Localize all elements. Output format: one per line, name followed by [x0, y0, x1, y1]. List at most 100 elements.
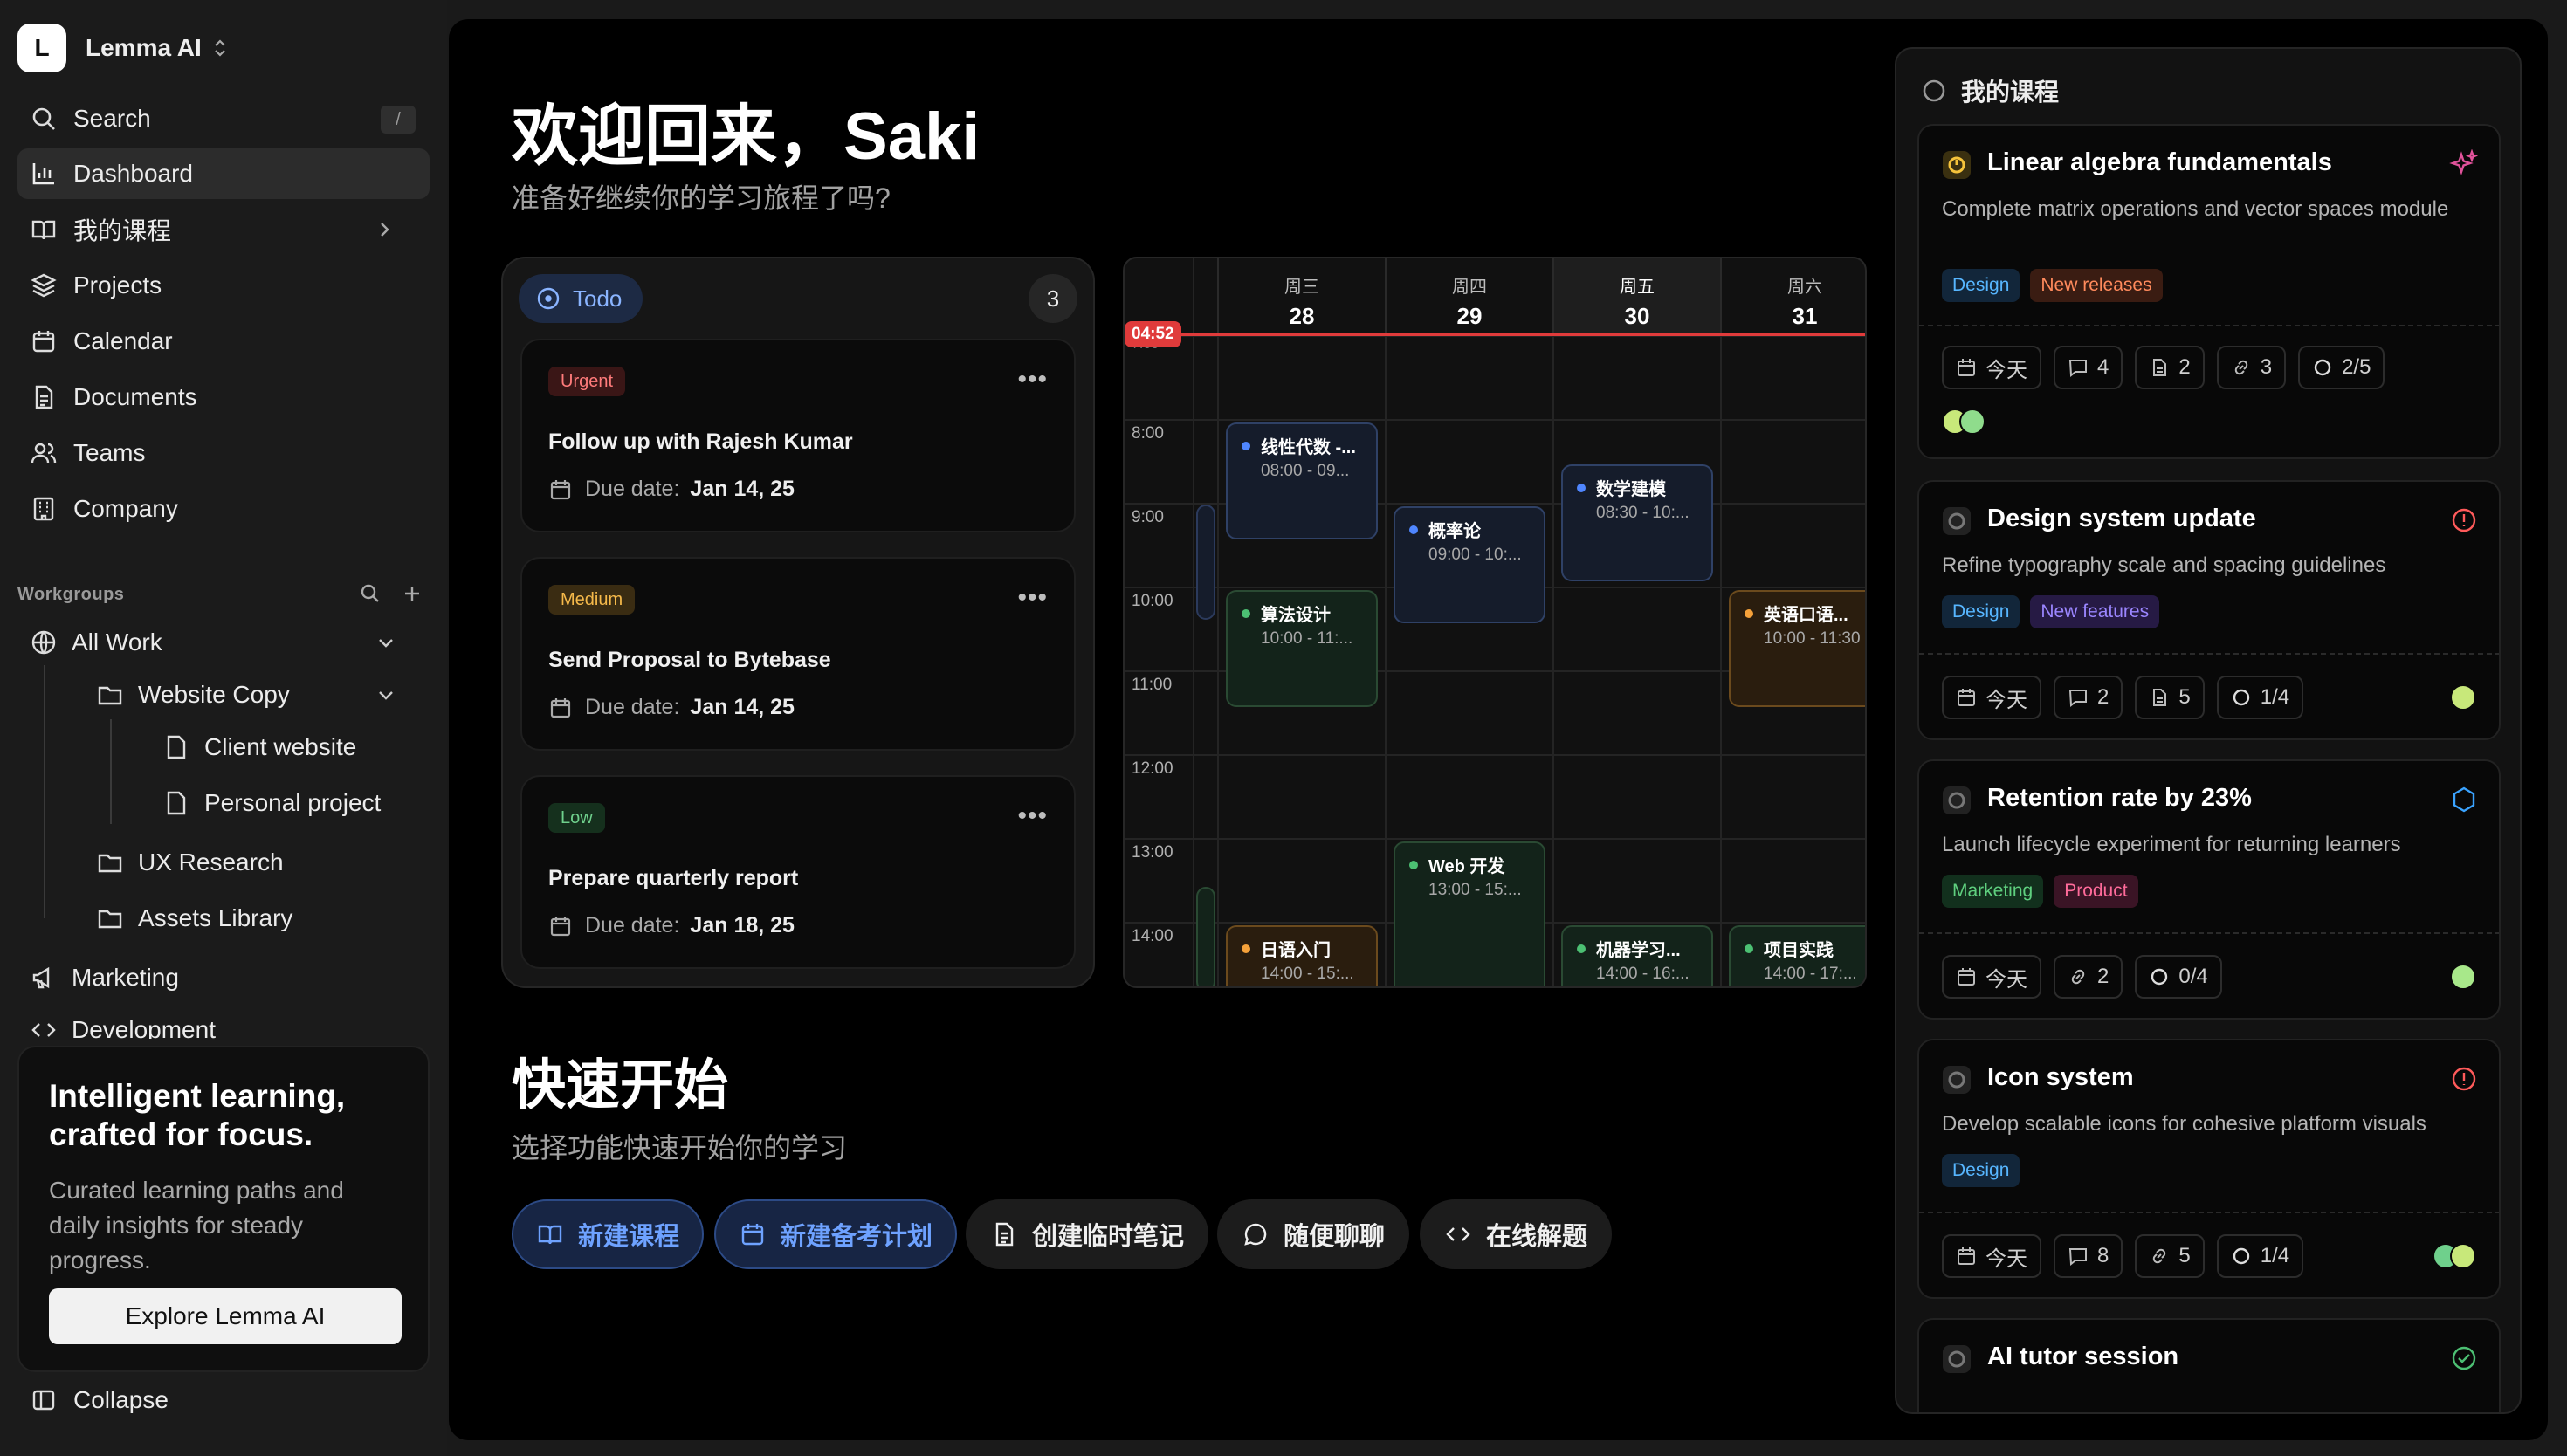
links-chip: 2 — [2054, 955, 2123, 999]
tree-client-website[interactable]: Client website — [162, 723, 356, 772]
progress-chip: 1/4 — [2216, 676, 2304, 719]
course-card[interactable]: AI tutor session — [1917, 1318, 2501, 1412]
todo-tab[interactable]: Todo — [519, 274, 643, 323]
document-icon — [30, 383, 58, 411]
nav-documents[interactable]: Documents — [17, 372, 430, 422]
tree-marketing[interactable]: Marketing — [30, 953, 179, 1002]
nav-teams[interactable]: Teams — [17, 428, 430, 478]
day-header[interactable]: 周四 29 — [1385, 258, 1552, 335]
tree-personal-project[interactable]: Personal project — [162, 779, 381, 828]
course-card[interactable]: Icon system Develop scalable icons for c… — [1917, 1039, 2501, 1299]
day-header[interactable]: 周六 31 — [1720, 258, 1865, 335]
day-name: 周五 — [1620, 278, 1655, 297]
circle-dot-icon — [536, 286, 561, 311]
button-label: 新建课程 — [578, 1223, 680, 1251]
my-courses-panel: 我的课程 Linear algebra fundamentals Complet… — [1895, 47, 2522, 1414]
calendar-event[interactable]: 数学建模 08:30 - 10:... — [1561, 464, 1713, 581]
tree-all-work[interactable]: All Work — [30, 618, 430, 667]
new-study-plan-button[interactable]: 新建备考计划 — [714, 1199, 958, 1269]
add-workgroup-icon[interactable] — [398, 580, 426, 608]
chip-value: 2 — [2097, 685, 2109, 709]
day-header[interactable]: 周三 28 — [1217, 258, 1385, 335]
search-button[interactable]: Search / — [17, 93, 430, 144]
course-card[interactable]: Linear algebra fundamentals Complete mat… — [1917, 124, 2501, 459]
more-options-icon[interactable]: ••• — [1017, 583, 1048, 613]
calendar-event[interactable]: 日语入门 14:00 - 15:... — [1226, 925, 1378, 986]
link-icon — [2149, 1246, 2170, 1267]
calendar-event[interactable]: 线性代数 -... 08:00 - 09... — [1226, 422, 1378, 539]
nav-dashboard[interactable]: Dashboard — [17, 148, 430, 199]
due-label: Due date: — [585, 695, 680, 719]
chevron-down-icon — [372, 628, 400, 656]
course-card[interactable]: Retention rate by 23% Launch lifecycle e… — [1917, 759, 2501, 1020]
tree-development[interactable]: Development — [30, 1004, 216, 1039]
links-chip: 5 — [2135, 1234, 2205, 1278]
tree-ux-research[interactable]: UX Research — [96, 838, 284, 887]
todo-status-icon — [1942, 1065, 1972, 1095]
calendar-event[interactable]: 概率论 09:00 - 10:... — [1394, 506, 1545, 623]
todo-card[interactable]: Medium ••• Send Proposal to Bytebase Due… — [520, 557, 1076, 751]
progress-chip: 0/4 — [2135, 955, 2222, 999]
calendar-event[interactable]: Web 开发 13:00 - 15:... — [1394, 841, 1545, 986]
megaphone-icon — [30, 964, 58, 992]
calendar-icon — [548, 696, 573, 720]
avatar-group — [1942, 409, 1985, 435]
hour-label: 9:00 — [1132, 508, 1164, 526]
docs-chip: 5 — [2135, 676, 2205, 719]
nav-calendar[interactable]: Calendar — [17, 316, 430, 367]
workspace-switcher[interactable]: L Lemma AI — [17, 24, 230, 72]
nav-my-courses[interactable]: 我的课程 — [17, 204, 430, 255]
day-name: 周六 — [1787, 278, 1822, 297]
todo-status-icon — [1942, 506, 1972, 536]
nav-label: 我的课程 — [73, 217, 172, 244]
file-icon — [162, 733, 190, 761]
calendar-event-partial[interactable] — [1196, 887, 1215, 986]
more-options-icon[interactable]: ••• — [1017, 365, 1048, 395]
promo-title: Intelligent learning, crafted for focus. — [49, 1078, 346, 1152]
chip-value: 2 — [2178, 355, 2191, 379]
todo-card[interactable]: Low ••• Prepare quarterly report Due dat… — [520, 775, 1076, 969]
calendar-event[interactable]: 算法设计 10:00 - 11:... — [1226, 590, 1378, 707]
casual-chat-button[interactable]: 随便聊聊 — [1217, 1199, 1410, 1269]
tree-website-copy[interactable]: Website Copy — [96, 670, 430, 719]
due-date: Jan 14, 25 — [690, 477, 795, 501]
calendar-event[interactable]: 英语口语... 10:00 - 11:30 — [1729, 590, 1865, 707]
day-header-today[interactable]: 周五 30 — [1552, 258, 1720, 335]
todo-status-icon — [1942, 1344, 1972, 1374]
course-description: Launch lifecycle experiment for returnin… — [1942, 833, 2401, 856]
course-card[interactable]: Design system update Refine typography s… — [1917, 480, 2501, 740]
course-title: AI tutor session — [1987, 1343, 2179, 1370]
day-divider — [1720, 335, 1722, 986]
nav-projects[interactable]: Projects — [17, 260, 430, 311]
alert-circle-icon — [2448, 505, 2480, 536]
tree-label: Client website — [204, 733, 357, 760]
calendar-event-partial[interactable] — [1196, 505, 1215, 620]
divider — [1919, 1212, 2499, 1213]
todo-title: Prepare quarterly report — [548, 866, 799, 890]
calendar-event[interactable]: 项目实践 14:00 - 17:... — [1729, 925, 1865, 986]
current-time-badge: 04:52 — [1125, 321, 1181, 347]
tree-assets-library[interactable]: Assets Library — [96, 894, 292, 943]
chip-value: 今天 — [1985, 358, 2027, 382]
online-solve-button[interactable]: 在线解题 — [1420, 1199, 1613, 1269]
calendar-icon — [548, 477, 573, 502]
search-workgroups-icon[interactable] — [356, 580, 384, 608]
create-note-button[interactable]: 创建临时笔记 — [966, 1199, 1209, 1269]
chevron-down-icon — [372, 681, 400, 709]
todo-card[interactable]: Urgent ••• Follow up with Rajesh Kumar D… — [520, 339, 1076, 532]
day-name: 周三 — [1284, 278, 1319, 297]
calendar-event[interactable]: 机器学习... 14:00 - 16:... — [1561, 925, 1713, 986]
chip-value: 今天 — [1985, 688, 2027, 712]
avatar-group — [2450, 964, 2476, 990]
chip-value: 3 — [2260, 355, 2273, 379]
nav-company[interactable]: Company — [17, 484, 430, 534]
tag: Design — [1942, 1154, 2020, 1187]
explore-button[interactable]: Explore Lemma AI — [49, 1288, 402, 1344]
new-course-button[interactable]: 新建课程 — [512, 1199, 705, 1269]
course-description: Complete matrix operations and vector sp… — [1942, 197, 2449, 221]
course-title: Retention rate by 23% — [1987, 784, 2252, 812]
more-options-icon[interactable]: ••• — [1017, 801, 1048, 831]
code-icon — [30, 1016, 58, 1039]
collapse-button[interactable]: Collapse — [17, 1386, 169, 1414]
promo-card: Intelligent learning, crafted for focus.… — [17, 1046, 430, 1372]
